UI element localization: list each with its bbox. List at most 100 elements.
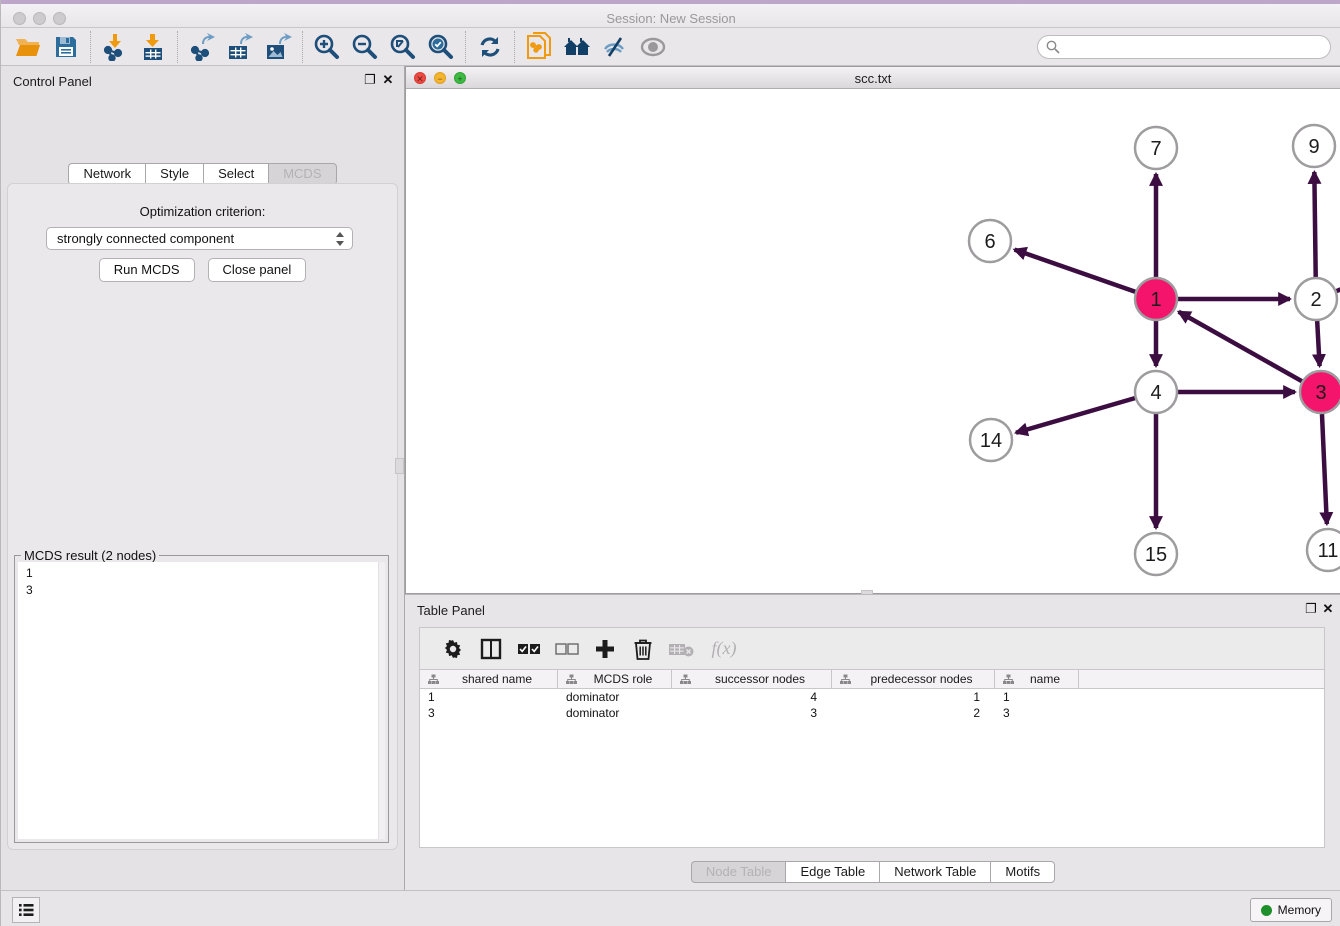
delete-icon[interactable]: [624, 632, 662, 666]
tab-network[interactable]: Network: [68, 163, 145, 185]
graph-edge-2-9[interactable]: [1314, 172, 1315, 277]
float-panel-icon[interactable]: ❐: [362, 72, 378, 88]
show-hidden-icon[interactable]: [634, 31, 672, 63]
refresh-icon[interactable]: [471, 31, 509, 63]
hide-selected-icon[interactable]: [596, 31, 634, 63]
add-column-icon[interactable]: [586, 632, 624, 666]
table-settings-icon[interactable]: [434, 632, 472, 666]
memory-status-icon: [1261, 905, 1272, 916]
table-close-icon[interactable]: ✕: [1320, 601, 1336, 617]
deselect-all-icon[interactable]: [548, 632, 586, 666]
tab-style[interactable]: Style: [145, 163, 203, 185]
zoom-in-icon[interactable]: [308, 31, 346, 63]
graph-node-label-9: 9: [1308, 136, 1319, 158]
zoom-selected-icon[interactable]: [422, 31, 460, 63]
graph-edge-1-6[interactable]: [1015, 250, 1136, 292]
graph-node-label-15: 15: [1145, 544, 1167, 566]
column-header-shared-name[interactable]: shared name: [420, 670, 558, 688]
zoom-fit-icon[interactable]: [384, 31, 422, 63]
export-image-icon[interactable]: [259, 31, 297, 63]
graph-node-label-11: 11: [1318, 540, 1339, 562]
graph-edge-2-3[interactable]: [1317, 321, 1319, 366]
cell-name[interactable]: 3: [995, 705, 1079, 721]
search-box: [1037, 35, 1331, 59]
title-bar: Session: New Session: [1, 0, 1340, 28]
home-icon[interactable]: [558, 31, 596, 63]
cell-predecessor-nodes[interactable]: 2: [832, 705, 995, 721]
cell-shared-name[interactable]: 3: [420, 705, 558, 721]
tab-network-table[interactable]: Network Table: [879, 861, 990, 883]
criterion-dropdown[interactable]: strongly connected component: [46, 227, 353, 250]
tab-motifs[interactable]: Motifs: [990, 861, 1055, 883]
window-title: Session: New Session: [1, 11, 1340, 26]
optimization-criterion-label: Optimization criterion:: [8, 204, 397, 219]
graph-edge-4-14[interactable]: [1016, 398, 1135, 433]
cell-name[interactable]: 1: [995, 689, 1079, 705]
column-header-name[interactable]: name: [995, 670, 1079, 688]
cell-successor-nodes[interactable]: 3: [672, 705, 832, 721]
graph-node-label-6: 6: [984, 231, 995, 253]
table-header-row: shared nameMCDS rolesuccessor nodesprede…: [420, 670, 1324, 689]
mcds-result-text: 1 3: [18, 562, 385, 599]
search-input[interactable]: [1060, 38, 1330, 56]
open-session-icon[interactable]: [9, 31, 47, 63]
column-header-successor-nodes[interactable]: successor nodes: [672, 670, 832, 688]
column-header-predecessor-nodes[interactable]: predecessor nodes: [832, 670, 995, 688]
result-scrollbar[interactable]: [378, 562, 385, 839]
table-row[interactable]: 1dominator411: [420, 689, 1324, 705]
control-panel-title: Control Panel: [13, 74, 92, 89]
network-window-titlebar[interactable]: ✕ − + scc.txt: [406, 67, 1340, 89]
search-icon: [1046, 40, 1060, 54]
vertical-splitter-handle[interactable]: [395, 458, 404, 474]
table-body: 1dominator4113dominator323: [420, 689, 1324, 721]
graph-node-label-2: 2: [1310, 289, 1321, 311]
import-table-icon[interactable]: [134, 31, 172, 63]
graph-edge-3-11[interactable]: [1322, 414, 1327, 524]
task-history-button[interactable]: [12, 897, 40, 923]
table-toolbar: f(x): [419, 627, 1325, 669]
table-row[interactable]: 3dominator323: [420, 705, 1324, 721]
graph-node-label-14: 14: [980, 430, 1002, 452]
tab-edge-table[interactable]: Edge Table: [785, 861, 879, 883]
memory-button[interactable]: Memory: [1250, 898, 1332, 922]
column-header-MCDS-role[interactable]: MCDS role: [558, 670, 672, 688]
cell-MCDS-role[interactable]: dominator: [558, 705, 672, 721]
run-mcds-button[interactable]: Run MCDS: [99, 258, 195, 282]
table-float-icon[interactable]: ❐: [1303, 601, 1319, 617]
cell-successor-nodes[interactable]: 4: [672, 689, 832, 705]
network-graph: 7968124314101511: [406, 90, 1340, 593]
control-panel-tabs: NetworkStyleSelectMCDS: [1, 163, 404, 185]
dropdown-stepper-icon: [334, 231, 346, 247]
main-toolbar: [1, 28, 1340, 66]
cell-MCDS-role[interactable]: dominator: [558, 689, 672, 705]
column-chooser-icon[interactable]: [472, 632, 510, 666]
select-all-icon[interactable]: [510, 632, 548, 666]
network-from-file-icon[interactable]: [520, 31, 558, 63]
mcds-result-title: MCDS result (2 nodes): [21, 548, 159, 563]
cell-predecessor-nodes[interactable]: 1: [832, 689, 995, 705]
apply-function-icon: f(x): [700, 632, 748, 666]
close-panel-icon[interactable]: ✕: [380, 72, 396, 88]
save-session-icon[interactable]: [47, 31, 85, 63]
export-table-icon[interactable]: [221, 31, 259, 63]
graph-node-label-7: 7: [1150, 138, 1161, 160]
criterion-value: strongly connected component: [57, 231, 234, 246]
export-network-icon[interactable]: [183, 31, 221, 63]
tab-mcds[interactable]: MCDS: [268, 163, 336, 185]
tab-node-table[interactable]: Node Table: [691, 861, 786, 883]
close-panel-button[interactable]: Close panel: [208, 258, 307, 282]
table-panel-title: Table Panel: [417, 603, 485, 618]
node-table: shared nameMCDS rolesuccessor nodesprede…: [419, 669, 1325, 848]
status-bar: Memory: [1, 890, 1340, 926]
graph-edge-2-8[interactable]: [1337, 239, 1340, 291]
zoom-out-icon[interactable]: [346, 31, 384, 63]
tab-select[interactable]: Select: [203, 163, 268, 185]
network-canvas[interactable]: 7968124314101511: [406, 90, 1340, 593]
application-window: Session: New Session: [0, 0, 1340, 926]
network-view-window: ✕ − + scc.txt 7968124314101511: [405, 66, 1340, 594]
mcds-result-textarea[interactable]: 1 3: [18, 562, 385, 839]
graph-node-label-1: 1: [1150, 289, 1161, 311]
import-network-icon[interactable]: [96, 31, 134, 63]
graph-edge-3-1[interactable]: [1179, 312, 1302, 381]
cell-shared-name[interactable]: 1: [420, 689, 558, 705]
